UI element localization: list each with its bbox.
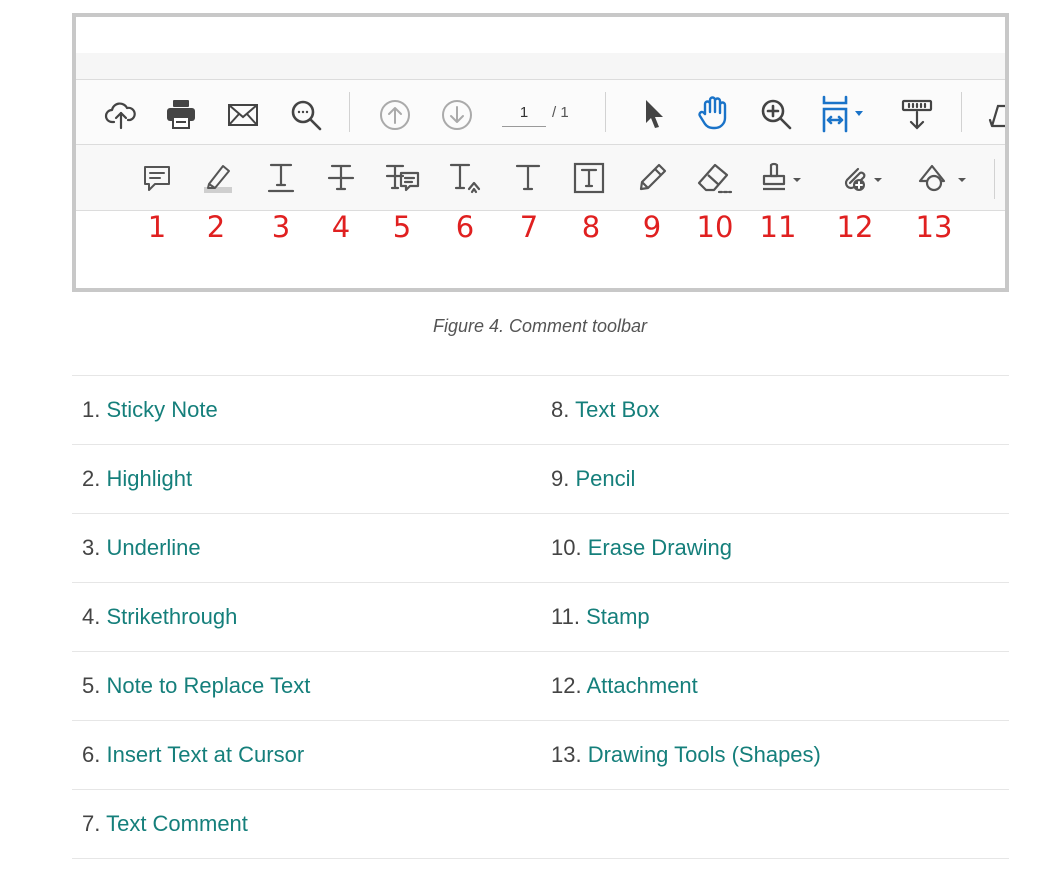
print-icon[interactable]: [164, 97, 198, 131]
toolbar-divider: [349, 92, 350, 132]
list-entry: 8. Text Box: [551, 397, 660, 422]
callout-number: 4: [331, 210, 351, 244]
underline-icon[interactable]: [266, 161, 296, 195]
find-icon[interactable]: [288, 97, 324, 133]
page-down-icon[interactable]: [440, 98, 474, 132]
list-entry: 4. Strikethrough: [82, 604, 238, 629]
callout-number: 9: [642, 210, 662, 244]
fit-page-icon[interactable]: [819, 94, 869, 134]
email-icon[interactable]: [226, 98, 260, 132]
callout-number: 11: [759, 210, 797, 244]
scroll-mode-icon[interactable]: [900, 98, 934, 132]
callout-number: 5: [392, 210, 412, 244]
tool-link[interactable]: Attachment: [587, 673, 698, 698]
list-entry: 10. Erase Drawing: [551, 535, 732, 560]
sign-icon[interactable]: [988, 100, 1005, 130]
tool-link[interactable]: Text Comment: [106, 811, 248, 836]
page-total: / 1: [552, 104, 569, 121]
list-item: 5. Note to Replace Text 12. Attachment: [72, 651, 1009, 720]
list-entry: 7. Text Comment: [82, 811, 248, 836]
figure-caption: Figure 4. Comment toolbar: [432, 316, 648, 336]
pencil-icon[interactable]: [635, 161, 669, 195]
stamp-icon[interactable]: [760, 161, 806, 195]
tool-link[interactable]: Pencil: [575, 466, 635, 491]
list-entry: 6. Insert Text at Cursor: [82, 742, 305, 767]
list-entry: 1. Sticky Note: [82, 397, 218, 422]
window-title-band: [76, 53, 1005, 80]
text-comment-icon[interactable]: [513, 161, 543, 195]
text-box-icon[interactable]: [572, 161, 606, 195]
sticky-note-icon[interactable]: [142, 163, 172, 195]
eraser-icon[interactable]: [695, 161, 733, 195]
list-entry: 13. Drawing Tools (Shapes): [551, 742, 821, 767]
zoom-in-icon[interactable]: [758, 96, 794, 132]
comment-toolbar-figure: 1 / 1 1 2 3 4 5 6 7 8 9 10 11 12 13: [72, 13, 1009, 292]
list-item: 6. Insert Text at Cursor 13. Drawing Too…: [72, 720, 1009, 789]
tool-link[interactable]: Underline: [106, 535, 200, 560]
list-entry: 5. Note to Replace Text: [82, 673, 311, 698]
list-entry: 3. Underline: [82, 535, 201, 560]
strikethrough-icon[interactable]: [326, 161, 356, 195]
tool-link[interactable]: Erase Drawing: [588, 535, 732, 560]
drawing-tools-icon[interactable]: [916, 161, 968, 195]
tool-link[interactable]: Drawing Tools (Shapes): [588, 742, 821, 767]
replace-text-icon[interactable]: [384, 161, 420, 195]
tool-legend-list: 1. Sticky Note 8. Text Box 2. Highlight …: [72, 375, 1009, 859]
tool-link[interactable]: Note to Replace Text: [106, 673, 310, 698]
tool-link[interactable]: Insert Text at Cursor: [106, 742, 304, 767]
cloud-upload-icon[interactable]: [104, 98, 138, 132]
comment-toolbar: [76, 145, 1005, 211]
insert-text-icon[interactable]: [448, 161, 484, 195]
list-entry: 12. Attachment: [551, 673, 698, 698]
list-item: 4. Strikethrough 11. Stamp: [72, 582, 1009, 651]
tool-link[interactable]: Highlight: [106, 466, 192, 491]
page-number-input[interactable]: 1: [502, 100, 546, 127]
highlight-icon[interactable]: [201, 161, 235, 195]
list-entry: 11. Stamp: [551, 604, 650, 629]
toolbar-divider: [605, 92, 606, 132]
callout-number: 10: [696, 210, 734, 244]
callout-number: 1: [147, 210, 167, 244]
tool-link[interactable]: Text Box: [575, 397, 659, 422]
callout-number: 3: [271, 210, 291, 244]
tool-link[interactable]: Stamp: [586, 604, 650, 629]
callout-number: 2: [206, 210, 226, 244]
list-item: 3. Underline 10. Erase Drawing: [72, 513, 1009, 582]
page-up-icon[interactable]: [378, 98, 412, 132]
select-cursor-icon[interactable]: [639, 97, 669, 131]
callout-number: 7: [519, 210, 539, 244]
callout-number: 6: [455, 210, 475, 244]
list-item: 7. Text Comment: [72, 789, 1009, 859]
toolbar-divider: [961, 92, 962, 132]
list-entry: 9. Pencil: [551, 466, 636, 491]
callout-number: 12: [836, 210, 874, 244]
toolbar-divider: [994, 159, 995, 199]
tool-link[interactable]: Strikethrough: [106, 604, 237, 629]
tool-link[interactable]: Sticky Note: [106, 397, 217, 422]
list-item: 1. Sticky Note 8. Text Box: [72, 375, 1009, 444]
list-entry: 2. Highlight: [82, 466, 193, 491]
hand-icon[interactable]: [696, 94, 732, 132]
callout-number: 8: [581, 210, 601, 244]
callout-number: 13: [915, 210, 953, 244]
list-item: 2. Highlight 9. Pencil: [72, 444, 1009, 513]
attachment-icon[interactable]: [838, 161, 886, 195]
top-toolbar: 1 / 1: [76, 80, 1005, 145]
